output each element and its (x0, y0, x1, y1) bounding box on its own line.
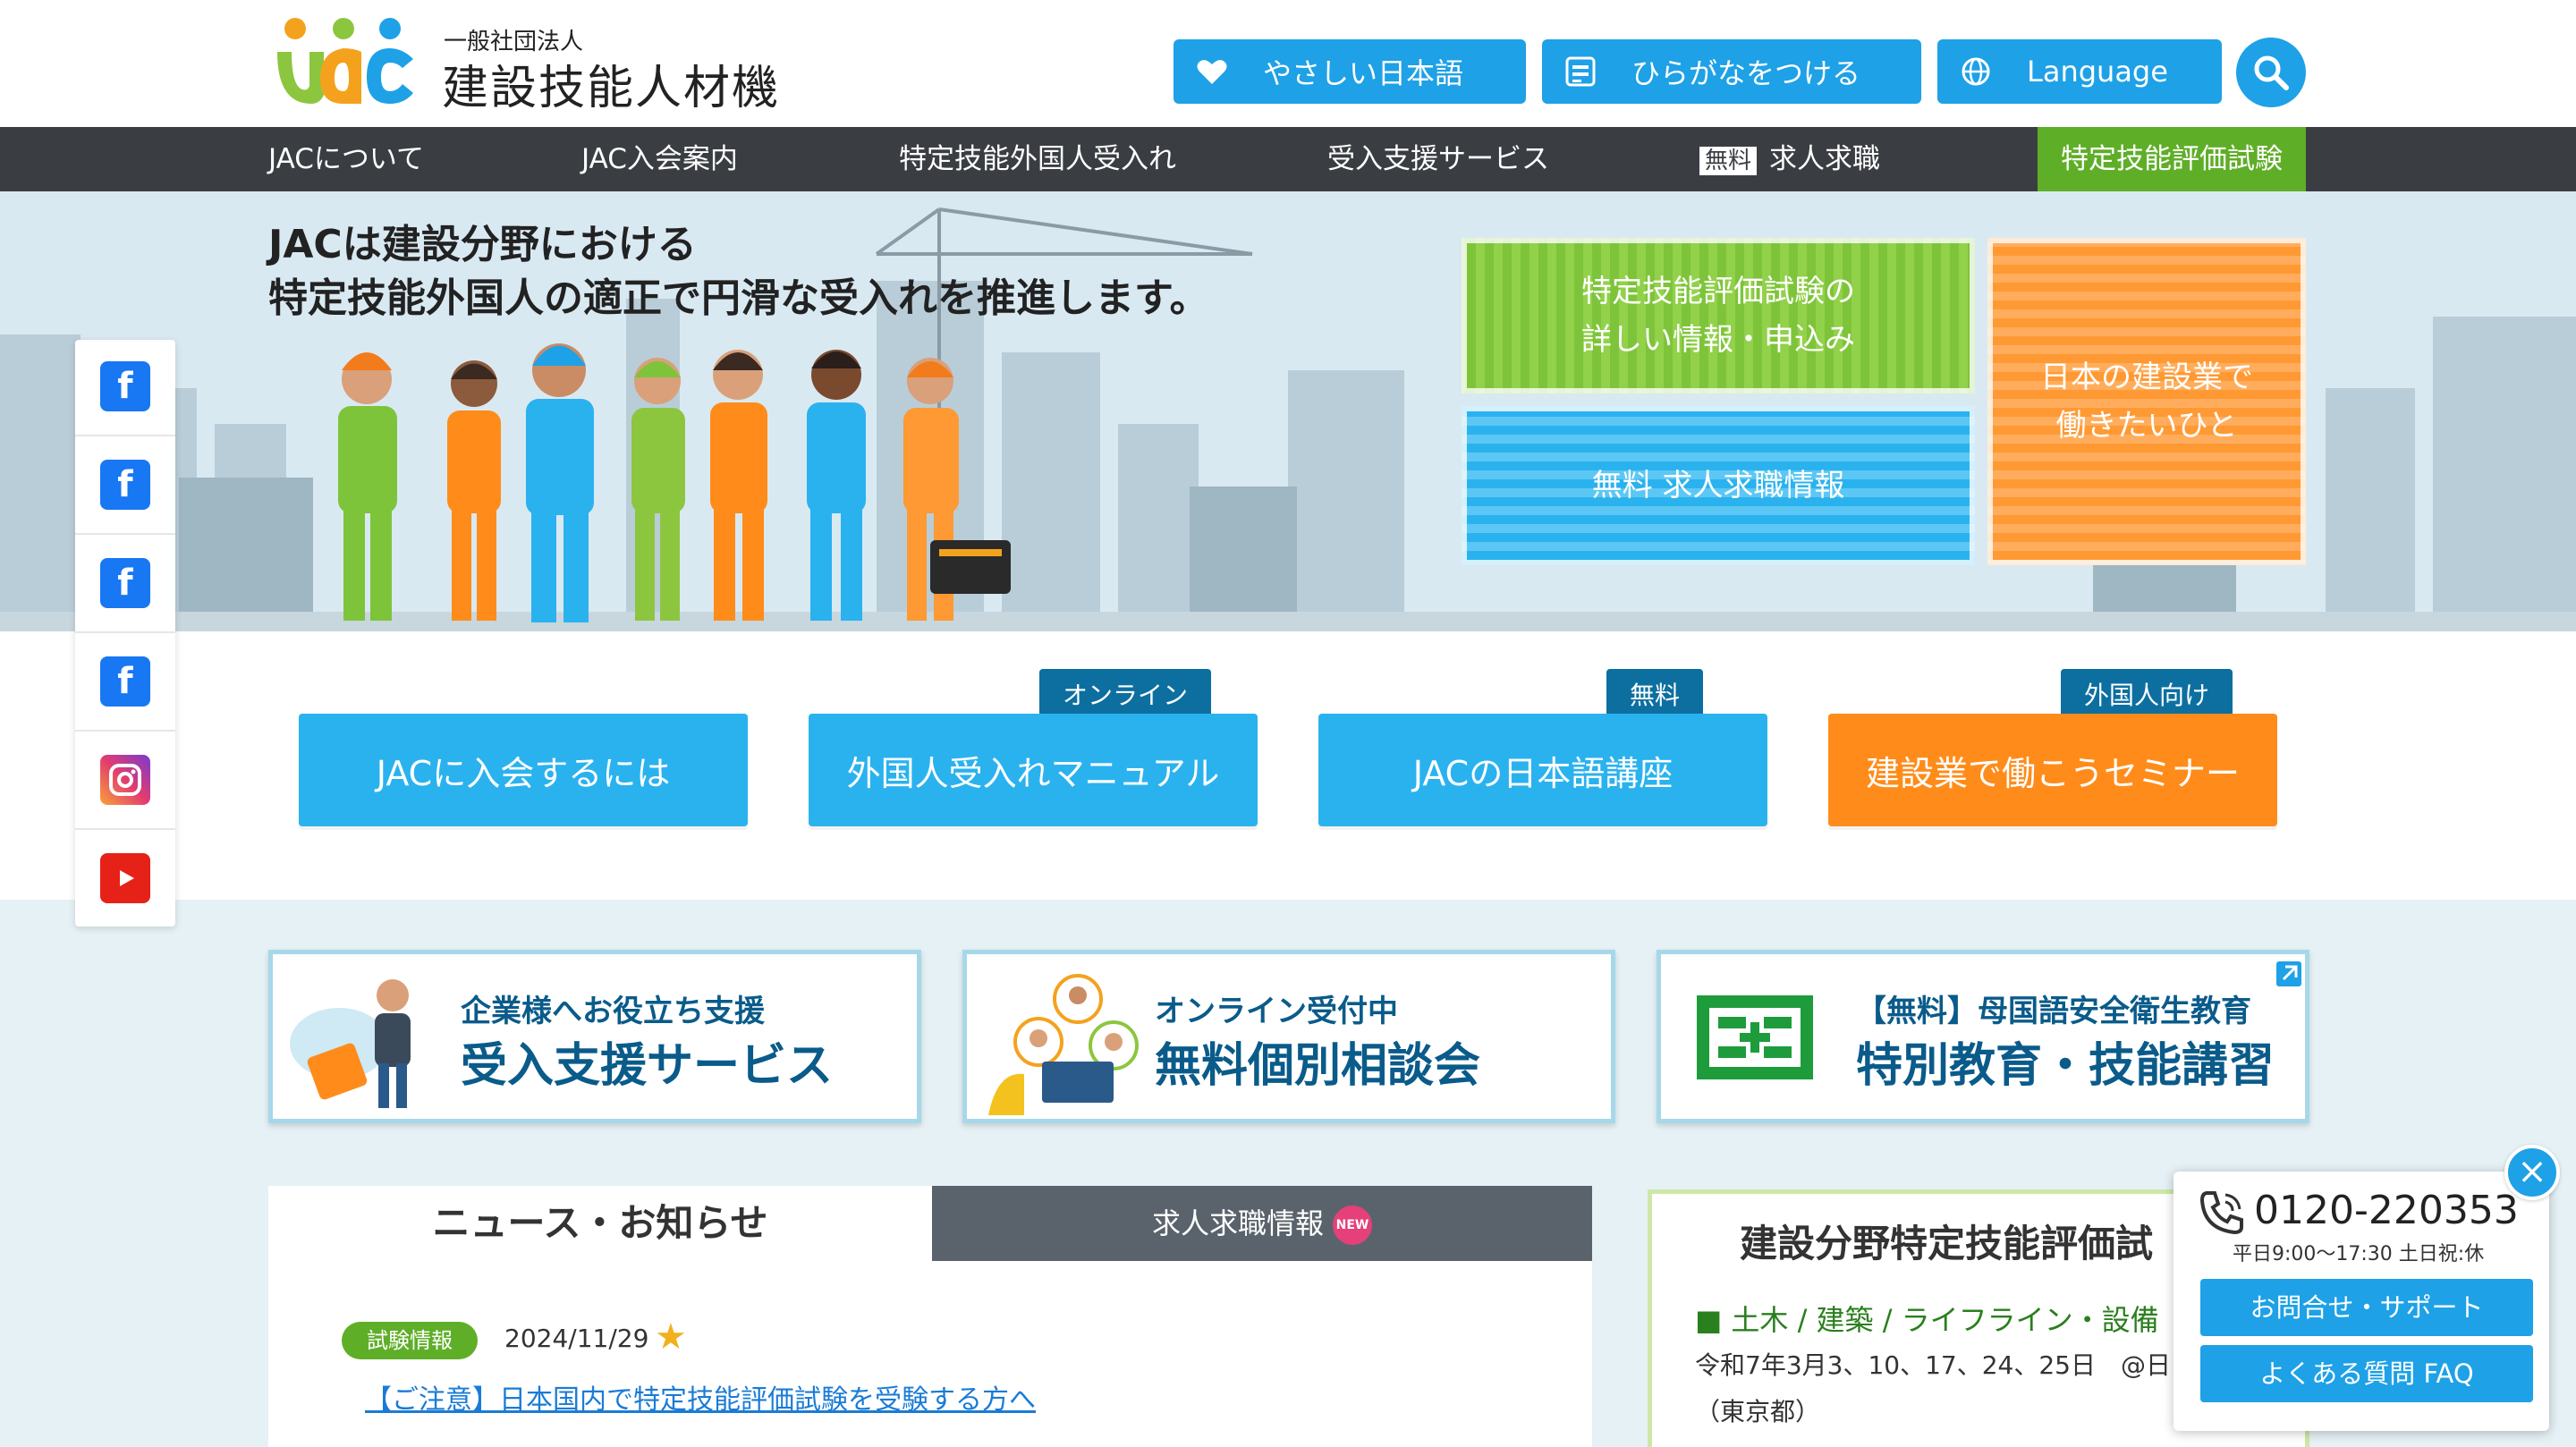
facebook-ph-icon[interactable]: f (100, 656, 150, 707)
heart-icon (1197, 56, 1227, 87)
exam-info-tile[interactable]: 特定技能評価試験の 詳しい情報・申込み (1462, 238, 1975, 393)
hero-line-2: 特定技能外国人の適正で円滑な受入れを推進します。 (268, 275, 1209, 321)
easy-japanese-button[interactable]: やさしい日本語 (1174, 39, 1526, 104)
jac-logo-mark (277, 18, 413, 104)
special-education-card[interactable]: 【無料】母国語安全衛生教育 特別教育・技能講習 (1657, 950, 2309, 1123)
nav-jobs-label: 求人求職 (1769, 143, 1881, 175)
nav-foreign-workers[interactable]: 特定技能外国人受入れ (899, 127, 1176, 191)
exam-schedule-line: 令和7年3月3、10、17、24、25日 @日 (1695, 1350, 2171, 1380)
seminar-button[interactable]: 建設業で働こうセミナー (1828, 714, 2277, 826)
site-logo[interactable]: 一般社団法人 建設技能人材機構 (268, 16, 805, 182)
furigana-label: ひらがなをつける (1631, 56, 1861, 90)
nav-exam[interactable]: 特定技能評価試験 (2038, 127, 2306, 191)
online-meeting-illustration-icon (988, 974, 1139, 1115)
social-divider (75, 730, 175, 732)
card-sub-text: 企業様へお役立ち支援 (461, 994, 765, 1029)
card-sub-text: オンライン受付中 (1155, 994, 1398, 1029)
support-service-card[interactable]: 企業様へお役立ち支援 受入支援サービス (268, 950, 921, 1123)
site-header: 一般社団法人 建設技能人材機構 やさしい日本語 ひらがなをつける Languag… (0, 0, 2576, 182)
nav-support-service[interactable]: 受入支援サービス (1327, 127, 1549, 191)
news-item-link[interactable]: 【ご注意】日本国内で特定技能評価試験を受験する方へ (365, 1377, 1036, 1417)
new-badge: NEW (1333, 1206, 1372, 1245)
exam-info-line-2: 詳しい情報・申込み (1581, 322, 1855, 358)
youtube-icon[interactable] (100, 853, 150, 903)
nav-about[interactable]: JACについて (268, 127, 424, 191)
social-divider (75, 533, 175, 535)
consultation-card[interactable]: オンライン受付中 無料個別相談会 (962, 950, 1615, 1123)
search-icon (2254, 55, 2289, 90)
free-jobs-tile[interactable]: 無料 求人求職情報 (1462, 406, 1975, 565)
news-category-badge: 試験情報 (342, 1322, 478, 1359)
exam-panel-title: 建設分野特定技能評価試 (1740, 1222, 2154, 1265)
easy-japanese-label: やさしい日本語 (1263, 56, 1464, 90)
manual-button[interactable]: 外国人受入れマニュアル (809, 714, 1258, 826)
hero-tagline: JACは建設分野における 特定技能外国人の適正で円滑な受入れを推進します。 (268, 218, 1209, 326)
news-panel: ニュース・お知らせ 求人求職情報 NEW 試験情報 2024/11/29 ★ 【ご… (268, 1186, 1592, 1447)
tab-jobs-label: 求人求職情報 (1151, 1206, 1324, 1240)
news-date: 2024/11/29 (504, 1324, 649, 1353)
contact-widget: 0120-220353 平日9:00〜17:30 土日祝:休 お問合せ・サポート… (2174, 1172, 2549, 1431)
nav-free-badge: 無料 (1699, 146, 1758, 175)
safety-cross-icon (1697, 995, 1813, 1079)
card-sub-text: 【無料】母国語安全衛生教育 (1856, 994, 2251, 1029)
nav-membership[interactable]: JAC入会案内 (581, 127, 738, 191)
language-button[interactable]: Language (1937, 39, 2222, 104)
join-jac-button[interactable]: JACに入会するには (299, 714, 748, 826)
globe-icon (1961, 56, 1991, 87)
exam-info-line-1: 特定技能評価試験の (1581, 274, 1855, 309)
social-sidebar: f f f f (75, 340, 175, 927)
phone-number[interactable]: 0120-220353 (2254, 1188, 2519, 1233)
card-main-text: 受入支援サービス (461, 1039, 834, 1093)
facebook-jp-icon[interactable]: f (100, 361, 150, 411)
facebook-vn-icon[interactable]: f (100, 558, 150, 608)
japanese-course-button[interactable]: JACの日本語講座 (1318, 714, 1767, 826)
furigana-button[interactable]: ひらがなをつける (1542, 39, 1921, 104)
furigana-icon (1565, 56, 1596, 87)
work-in-japan-line-1: 日本の建設業で (2040, 360, 2253, 395)
exam-location-line: （東京都） (1695, 1397, 1821, 1426)
social-divider (75, 828, 175, 830)
tab-news[interactable]: ニュース・お知らせ (268, 1186, 932, 1261)
traveler-illustration-icon (290, 979, 411, 1108)
card-main-text: 特別教育・技能講習 (1856, 1039, 2275, 1093)
external-link-icon (2276, 961, 2301, 986)
language-label: Language (2027, 55, 2168, 89)
social-divider (75, 435, 175, 436)
faq-button[interactable]: よくある質問 FAQ (2200, 1345, 2533, 1402)
star-icon: ★ (655, 1316, 687, 1358)
search-button[interactable] (2236, 38, 2306, 107)
social-divider (75, 631, 175, 633)
work-in-japan-tile[interactable]: 日本の建設業で 働きたいひと (1987, 238, 2306, 565)
tab-jobs[interactable]: 求人求職情報 NEW (932, 1186, 1592, 1261)
card-main-text: 無料個別相談会 (1155, 1039, 1481, 1093)
phone-icon (2199, 1191, 2243, 1235)
facebook-id-icon[interactable]: f (100, 460, 150, 510)
phone-hours: 平日9:00〜17:30 土日祝:休 (2233, 1243, 2485, 1265)
free-jobs-label: 無料 求人求職情報 (1591, 468, 1845, 503)
exam-category: ■ 土木 / 建築 / ライフライン・設備 (1695, 1303, 2159, 1337)
support-contact-button[interactable]: お問合せ・サポート (2200, 1279, 2533, 1336)
work-in-japan-line-2: 働きたいひと (2055, 408, 2238, 444)
nav-jobs[interactable]: 無料 求人求職 (1699, 127, 1880, 191)
instagram-icon[interactable] (100, 755, 150, 805)
main-nav: JACについて JAC入会案内 特定技能外国人受入れ 受入支援サービス 無料 求人… (0, 127, 2576, 191)
close-icon[interactable]: × (2504, 1145, 2560, 1200)
hero-line-1: JACは建設分野における (268, 222, 697, 267)
